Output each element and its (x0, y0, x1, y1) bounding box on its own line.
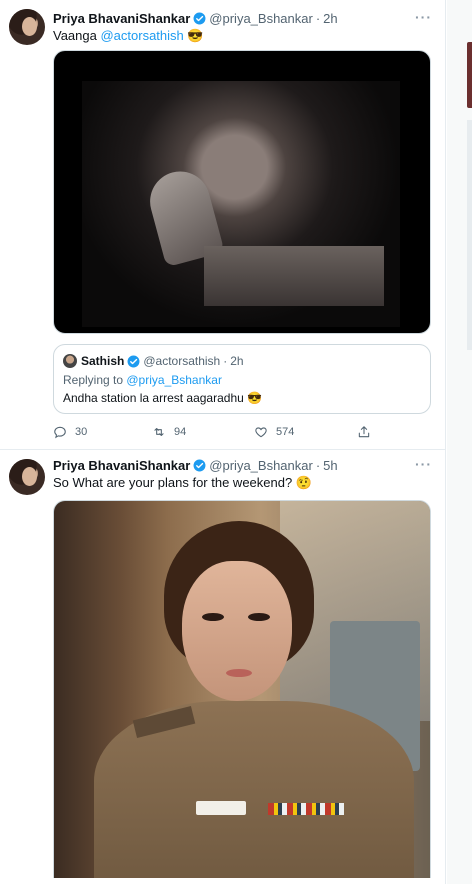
tweet-header: Priya BhavaniShankar @priya_Bshankar · 5… (53, 456, 338, 474)
replying-to-prefix: Replying to (63, 373, 127, 387)
tweet-text: So What are your plans for the weekend? … (53, 475, 312, 490)
quoted-tweet-text: Andha station la arrest aagaradhu 😎 (63, 391, 263, 405)
share-icon (358, 426, 370, 438)
quoted-author-name: Sathish (81, 354, 125, 368)
author-name[interactable]: Priya BhavaniShankar (53, 11, 190, 26)
retweet-count: 94 (174, 426, 187, 438)
separator-dot: · (315, 10, 321, 26)
author-handle[interactable]: @priya_Bshankar (209, 458, 313, 473)
tweet-text-prefix: Vaanga (53, 28, 101, 43)
quoted-tweet-header: Sathish @actorsathish · 2h (63, 354, 244, 368)
tweet-text: Vaanga @actorsathish 😎 (53, 27, 204, 44)
more-options-icon[interactable]: ··· (415, 9, 432, 25)
tweet-media-image[interactable] (53, 50, 431, 334)
quoted-tweet-time: 2h (230, 354, 244, 368)
author-name[interactable]: Priya BhavaniShankar (53, 458, 190, 473)
share-button[interactable] (357, 422, 379, 442)
separator-dot: · (223, 354, 228, 368)
verified-badge-icon (127, 355, 140, 367)
tweet-time[interactable]: 5h (323, 458, 337, 473)
quoted-avatar (63, 354, 77, 368)
tweet-actions: 30 94 574 (53, 422, 383, 442)
tweet-media-image[interactable] (53, 500, 431, 878)
verified-badge-icon (193, 12, 206, 24)
separator-dot: · (315, 457, 321, 473)
tweet[interactable]: Priya BhavaniShankar @priya_Bshankar · 2… (0, 0, 446, 450)
retweet-button[interactable]: 94 (152, 422, 186, 442)
tweet-header: Priya BhavaniShankar @priya_Bshankar · 2… (53, 9, 338, 27)
retweet-icon (154, 427, 164, 437)
verified-badge-icon (193, 459, 206, 471)
replying-to-handle[interactable]: @priya_Bshankar (126, 373, 222, 387)
mention-link[interactable]: @actorsathish (100, 28, 183, 43)
tweet-text-emoji: 😎 (183, 28, 204, 43)
like-count: 574 (276, 426, 295, 438)
reply-button[interactable]: 30 (53, 422, 87, 442)
replying-to: Replying to @priya_Bshankar (63, 373, 222, 387)
right-sidebar-edge (447, 0, 472, 884)
quoted-tweet[interactable]: Sathish @actorsathish · 2h Replying to @… (53, 344, 431, 414)
heart-icon (255, 427, 267, 438)
avatar[interactable] (9, 459, 45, 495)
like-button[interactable]: 574 (254, 422, 294, 442)
avatar[interactable] (9, 9, 45, 45)
reply-count: 30 (75, 426, 88, 438)
reply-icon (54, 426, 66, 439)
tweet-time[interactable]: 2h (323, 11, 337, 26)
quoted-author-handle: @actorsathish (143, 354, 221, 368)
author-handle[interactable]: @priya_Bshankar (209, 11, 313, 26)
timeline-feed: Priya BhavaniShankar @priya_Bshankar · 2… (0, 0, 446, 884)
tweet[interactable]: Priya BhavaniShankar @priya_Bshankar · 5… (0, 451, 446, 884)
more-options-icon[interactable]: ··· (415, 456, 432, 472)
